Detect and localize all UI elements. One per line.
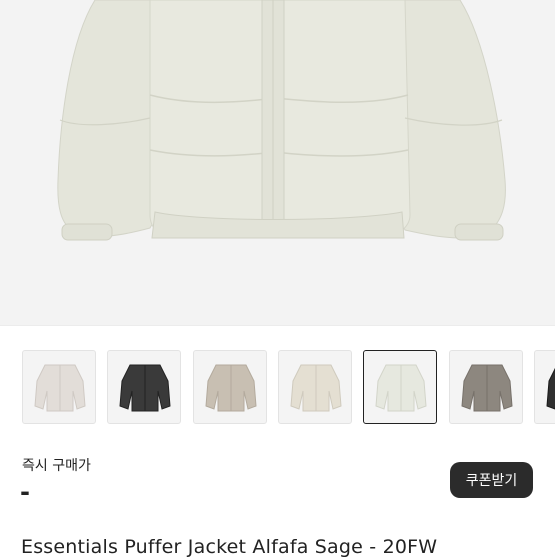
jacket-thumbnail-icon — [290, 364, 342, 412]
price-label: 즉시 구매가 — [22, 458, 91, 474]
thumbnail-7[interactable] — [534, 350, 555, 424]
jacket-thumbnail-icon — [461, 364, 513, 412]
section-divider — [0, 325, 555, 326]
jacket-thumbnail-icon — [119, 364, 171, 412]
jacket-thumbnail-icon — [546, 367, 555, 410]
coupon-button[interactable]: 쿠폰받기 — [450, 462, 533, 498]
thumbnail-6[interactable] — [449, 350, 523, 424]
price-value: - — [20, 478, 30, 506]
thumbnail-4[interactable] — [278, 350, 352, 424]
thumbnail-3[interactable] — [193, 350, 267, 424]
thumbnail-2[interactable] — [107, 350, 181, 424]
thumbnail-strip[interactable] — [0, 350, 555, 428]
thumbnail-5-selected[interactable] — [363, 350, 437, 424]
jacket-thumbnail-icon — [34, 364, 86, 412]
jacket-thumbnail-icon — [205, 364, 257, 412]
jacket-thumbnail-icon — [375, 364, 427, 412]
thumbnail-1[interactable] — [22, 350, 96, 424]
product-hero-image — [0, 0, 555, 325]
puffer-jacket-image — [57, 0, 506, 241]
